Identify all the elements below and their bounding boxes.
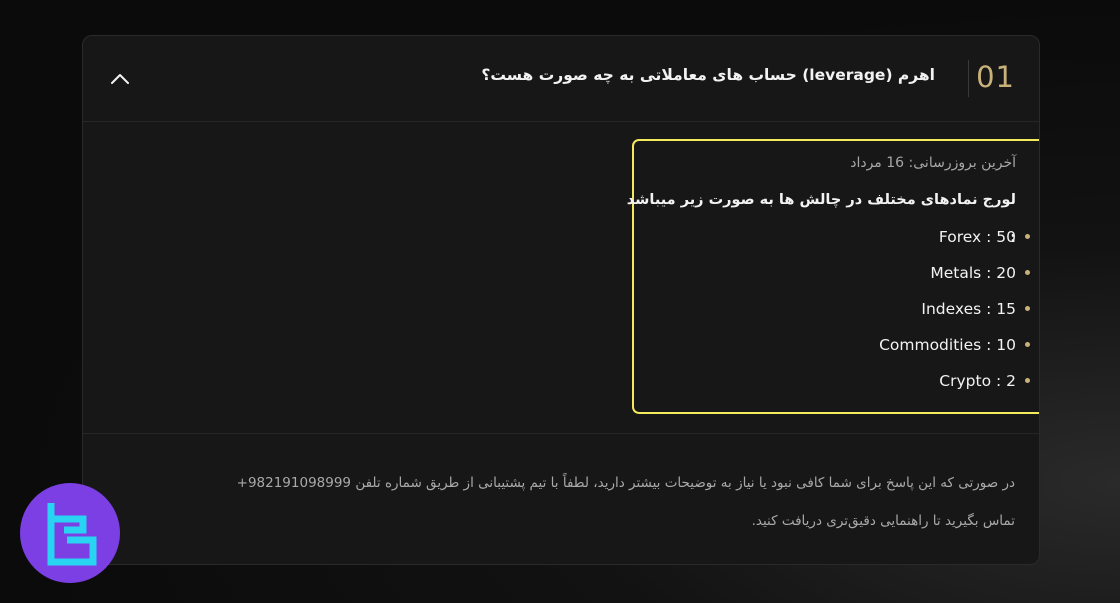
footer-divider: [83, 433, 1039, 434]
list-item: Commodities : 10: [616, 327, 1030, 363]
answer-intro: لورج نمادهای مختلف در چالش ها به صورت زی…: [626, 192, 1016, 246]
list-item: Indexes : 15: [616, 291, 1030, 327]
list-item: Metals : 20: [616, 255, 1030, 291]
faq-question[interactable]: اهرم (leverage) حساب های معاملاتی به چه …: [481, 66, 935, 84]
last-updated-text: آخرین بروزرسانی: 16 مرداد: [850, 155, 1016, 171]
bullet-icon: [1025, 342, 1030, 347]
leverage-commodities: Commodities : 10: [879, 336, 1016, 354]
support-note-line1: در صورتی که این پاسخ برای شما کافی نبود …: [236, 475, 1015, 491]
chevron-up-icon[interactable]: [109, 68, 131, 90]
faq-card: اهرم (leverage) حساب های معاملاتی به چه …: [82, 35, 1040, 565]
faq-number: 01: [976, 60, 1015, 94]
faq-answer: آخرین بروزرسانی: 16 مرداد لورج نمادهای م…: [616, 153, 1030, 399]
list-item: Forex : 50: [616, 219, 1030, 255]
leverage-metals: Metals : 20: [930, 264, 1016, 282]
leverage-list: Forex : 50 Metals : 20 Indexes : 15 Comm…: [616, 219, 1030, 399]
number-divider: [968, 60, 969, 97]
list-item: Crypto : 2: [616, 363, 1030, 399]
bullet-icon: [1025, 306, 1030, 311]
leverage-crypto: Crypto : 2: [939, 372, 1016, 390]
tradingfinder-logo-icon[interactable]: [20, 483, 120, 583]
leverage-indexes: Indexes : 15: [921, 300, 1016, 318]
leverage-forex: Forex : 50: [938, 228, 1016, 246]
support-note-line2: تماس بگیرید تا راهنمایی دقیق‌تری دریافت …: [751, 513, 1015, 529]
logo-mark-icon: [47, 503, 97, 566]
bullet-icon: [1025, 270, 1030, 275]
bullet-icon: [1025, 378, 1030, 383]
faq-header[interactable]: اهرم (leverage) حساب های معاملاتی به چه …: [83, 36, 1039, 122]
bullet-icon: [1025, 234, 1030, 239]
support-note: در صورتی که این پاسخ برای شما کافی نبود …: [115, 464, 1015, 540]
